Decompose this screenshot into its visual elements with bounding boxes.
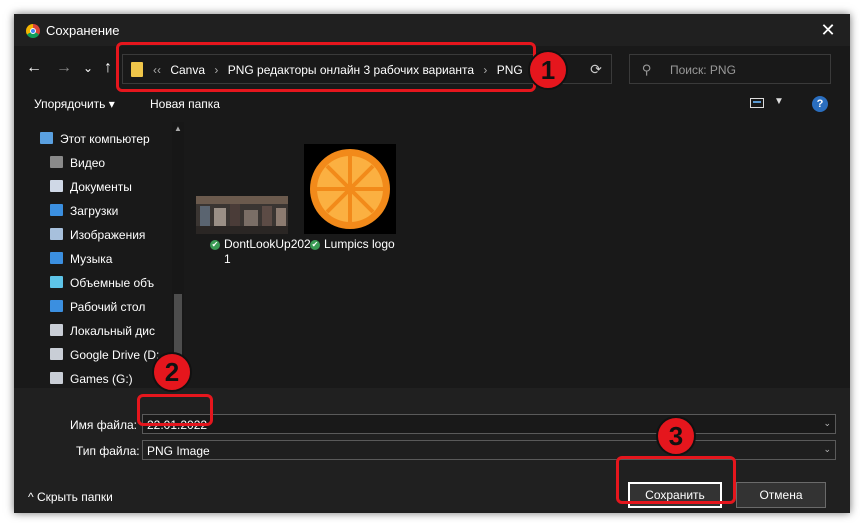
command-bar: Упорядочить ▾ Новая папка ▼ ?: [14, 90, 850, 118]
drive-icon: [50, 348, 63, 360]
sidebar-item[interactable]: Музыка: [14, 248, 172, 270]
desktop-icon: [50, 300, 63, 312]
search-input[interactable]: ⚲ Поиск: PNG: [629, 54, 831, 84]
image-thumbnail: [196, 196, 288, 234]
view-options-icon[interactable]: [750, 98, 764, 108]
sync-status-icon: ✔: [210, 240, 220, 250]
music-icon: [50, 252, 63, 264]
sidebar-scrollbar[interactable]: ▲: [172, 122, 184, 388]
video-icon: [50, 156, 63, 168]
search-icon: ⚲: [642, 62, 652, 77]
sidebar-item[interactable]: Объемные объ: [14, 272, 172, 294]
up-button[interactable]: ↑: [98, 58, 118, 78]
chrome-icon: [26, 24, 40, 38]
drive-icon: [50, 324, 63, 336]
step-badge-1: 1: [528, 50, 568, 90]
chevron-down-icon[interactable]: ⌄: [823, 444, 831, 455]
forward-button[interactable]: →: [54, 58, 74, 78]
file-item[interactable]: ✔ DontLookUp2021: [196, 144, 311, 274]
highlight-save-button: [616, 456, 736, 504]
sidebar-item-label: Видео: [70, 156, 106, 170]
back-button[interactable]: ←: [24, 58, 44, 78]
search-placeholder: Поиск: PNG: [670, 63, 736, 77]
computer-icon: [40, 132, 53, 144]
sidebar-item-label: Рабочий стол: [70, 300, 146, 314]
filetype-label: Тип файла:: [76, 444, 140, 458]
highlight-address-bar: [116, 42, 536, 92]
step-badge-2: 2: [152, 352, 192, 392]
sidebar-item[interactable]: Локальный дис: [14, 320, 172, 342]
sidebar-item-label: Games (G:): [70, 372, 133, 386]
sidebar-item[interactable]: Изображения: [14, 224, 172, 246]
sidebar-item[interactable]: Документы: [14, 176, 172, 198]
view-dropdown-icon[interactable]: ▼: [774, 96, 784, 107]
filetype-value: PNG Image: [147, 444, 210, 458]
file-name: Lumpics logo: [324, 237, 395, 251]
sidebar-item[interactable]: Загрузки: [14, 200, 172, 222]
recent-locations-button[interactable]: ⌄: [78, 58, 98, 78]
sync-status-icon: ✔: [310, 240, 320, 250]
download-icon: [50, 204, 63, 216]
navigation-pane: Этот компьютер Видео Документы Загрузки Изоб…: [14, 122, 172, 388]
sidebar-item-label: Музыка: [70, 252, 113, 266]
image-thumbnail: [304, 144, 396, 234]
help-icon[interactable]: ?: [812, 96, 828, 112]
organize-button[interactable]: Упорядочить ▾: [34, 97, 115, 111]
sidebar-item-label: Google Drive (D:: [70, 348, 160, 362]
sidebar-item[interactable]: Google Drive (D:: [14, 344, 172, 366]
hide-folders-button[interactable]: ^ Скрыть папки: [28, 490, 113, 504]
sidebar-item[interactable]: Games (G:): [14, 368, 172, 388]
sidebar-item-label: Объемные объ: [70, 276, 155, 290]
new-folder-button[interactable]: Новая папка: [150, 97, 220, 111]
sidebar-item-label: Загрузки: [70, 204, 119, 218]
file-item[interactable]: ✔ Lumpics logo: [304, 144, 404, 274]
filename-input[interactable]: 22.01.2022 ⌄: [142, 414, 836, 434]
file-list: ✔ DontLookUp2021 ✔ Lumpics logo: [186, 122, 850, 388]
drive-icon: [50, 372, 63, 384]
3d-objects-icon: [50, 276, 63, 288]
close-button[interactable]: ✕: [806, 14, 850, 46]
sidebar-item[interactable]: Видео: [14, 152, 172, 174]
sidebar-item-label: Локальный дис: [70, 324, 155, 338]
filename-label: Имя файла:: [70, 418, 137, 432]
file-name: DontLookUp2021: [224, 237, 311, 266]
sidebar-item[interactable]: Рабочий стол: [14, 296, 172, 318]
documents-icon: [50, 180, 63, 192]
chevron-down-icon[interactable]: ⌄: [823, 418, 831, 429]
pictures-icon: [50, 228, 63, 240]
refresh-icon[interactable]: ⟳: [587, 60, 605, 78]
scroll-up-icon[interactable]: ▲: [174, 124, 182, 133]
cancel-button[interactable]: Отмена: [736, 482, 826, 508]
sidebar-item-label: Изображения: [70, 228, 146, 242]
sidebar-item-label: Документы: [70, 180, 132, 194]
sidebar-item[interactable]: Этот компьютер: [14, 128, 172, 150]
highlight-filename: [137, 394, 213, 426]
window-title: Сохранение: [46, 23, 120, 38]
sidebar-item-label: Этот компьютер: [60, 132, 150, 146]
step-badge-3: 3: [656, 416, 696, 456]
